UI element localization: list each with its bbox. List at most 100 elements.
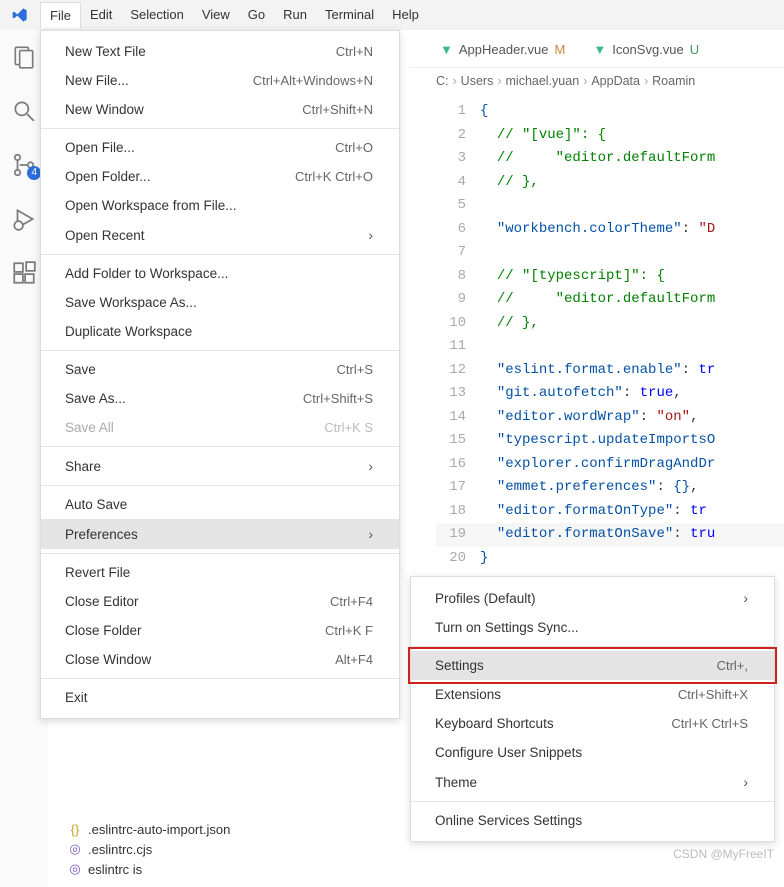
menu-item-label: Preferences [65, 527, 138, 542]
pref-menu-profiles-default[interactable]: Profiles (Default)› [411, 583, 774, 613]
menu-item-label: Save All [65, 420, 114, 435]
menu-item-label: Configure User Snippets [435, 745, 582, 760]
tab-status: U [690, 42, 699, 57]
chevron-right-icon: › [368, 526, 373, 542]
file-menu-open-workspace-from-file[interactable]: Open Workspace from File... [41, 191, 399, 220]
breadcrumb[interactable]: C:›Users›michael.yuan›AppData›Roamin [436, 74, 784, 88]
file-menu-preferences[interactable]: Preferences › [41, 519, 399, 549]
code-line[interactable]: 7 [436, 241, 784, 265]
file-menu-new-text-file[interactable]: New Text FileCtrl+N [41, 37, 399, 66]
file-menu-close-folder[interactable]: Close FolderCtrl+K F [41, 616, 399, 645]
pref-menu-extensions[interactable]: ExtensionsCtrl+Shift+X [411, 680, 774, 709]
tab-appheader-vue[interactable]: ▼AppHeader.vue M [440, 42, 565, 57]
vue-icon: ▼ [440, 42, 453, 57]
search-icon[interactable] [11, 98, 37, 124]
code-line[interactable]: 20} [436, 547, 784, 571]
chevron-right-icon: › [644, 74, 648, 88]
pref-menu-online-services-settings[interactable]: Online Services Settings [411, 806, 774, 835]
file-menu-save[interactable]: SaveCtrl+S [41, 355, 399, 384]
pref-menu-configure-user-snippets[interactable]: Configure User Snippets [411, 738, 774, 767]
breadcrumb-segment[interactable]: C: [436, 74, 449, 88]
breadcrumb-segment[interactable]: AppData [591, 74, 640, 88]
code-line[interactable]: 18 "editor.formatOnType": tr [436, 500, 784, 524]
breadcrumb-segment[interactable]: Users [461, 74, 494, 88]
code-line[interactable]: 13 "git.autofetch": true, [436, 382, 784, 406]
menu-item-shortcut: Ctrl+Shift+X [678, 687, 748, 702]
file-menu-save-as[interactable]: Save As...Ctrl+Shift+S [41, 384, 399, 413]
menu-go[interactable]: Go [239, 2, 274, 28]
code-line[interactable]: 4 // }, [436, 171, 784, 195]
breadcrumb-segment[interactable]: Roamin [652, 74, 695, 88]
file-menu-add-folder-to-workspace[interactable]: Add Folder to Workspace... [41, 259, 399, 288]
menu-view[interactable]: View [193, 2, 239, 28]
code-line[interactable]: 17 "emmet.preferences": {}, [436, 476, 784, 500]
menu-selection[interactable]: Selection [121, 2, 192, 28]
code-editor[interactable]: 1{2 // "[vue]": {3 // "editor.defaultFor… [436, 100, 784, 570]
code-line[interactable]: 15 "typescript.updateImportsO [436, 429, 784, 453]
code-line[interactable]: 1{ [436, 100, 784, 124]
menu-help[interactable]: Help [383, 2, 428, 28]
explorer-item[interactable]: {} .eslintrc-auto-import.json [68, 820, 230, 839]
source-control-icon[interactable]: 4 [11, 152, 37, 178]
explorer-item[interactable]: ◎.eslintrc.cjs [68, 839, 230, 859]
code-line[interactable]: 16 "explorer.confirmDragAndDr [436, 453, 784, 477]
menu-item-label: Online Services Settings [435, 813, 582, 828]
code-line[interactable]: 19 "editor.formatOnSave": tru [436, 523, 784, 547]
file-menu-open-recent[interactable]: Open Recent› [41, 220, 399, 250]
code-content: "git.autofetch": true, [480, 382, 682, 406]
code-line[interactable]: 8 // "[typescript]": { [436, 265, 784, 289]
menu-item-shortcut: Alt+F4 [335, 652, 373, 667]
code-line[interactable]: 10 // }, [436, 312, 784, 336]
menu-item-label: Close Editor [65, 594, 139, 609]
menu-item-label: Add Folder to Workspace... [65, 266, 228, 281]
code-line[interactable]: 11 [436, 335, 784, 359]
file-icon: {} [68, 822, 82, 837]
file-name: .eslintrc-auto-import.json [88, 822, 230, 837]
file-menu-new-file[interactable]: New File...Ctrl+Alt+Windows+N [41, 66, 399, 95]
menu-separator [411, 646, 774, 647]
tab-iconsvg-vue[interactable]: ▼IconSvg.vue U [593, 42, 699, 57]
breadcrumb-segment[interactable]: michael.yuan [506, 74, 580, 88]
code-line[interactable]: 3 // "editor.defaultForm [436, 147, 784, 171]
menu-edit[interactable]: Edit [81, 2, 121, 28]
file-menu-close-window[interactable]: Close WindowAlt+F4 [41, 645, 399, 674]
file-menu-exit[interactable]: Exit [41, 683, 399, 712]
menu-file[interactable]: File [40, 2, 81, 28]
menu-item-label: Save Workspace As... [65, 295, 197, 310]
run-debug-icon[interactable] [11, 206, 37, 232]
file-menu-auto-save[interactable]: Auto Save [41, 490, 399, 519]
menu-item-shortcut: Ctrl+Shift+N [302, 102, 373, 117]
menu-separator [41, 350, 399, 351]
code-line[interactable]: 14 "editor.wordWrap": "on", [436, 406, 784, 430]
menu-item-label: Duplicate Workspace [65, 324, 192, 339]
file-menu-open-file[interactable]: Open File...Ctrl+O [41, 133, 399, 162]
file-menu-share[interactable]: Share› [41, 451, 399, 481]
code-line[interactable]: 2 // "[vue]": { [436, 124, 784, 148]
code-content: // "[vue]": { [480, 124, 606, 148]
menu-run[interactable]: Run [274, 2, 316, 28]
file-menu-open-folder[interactable]: Open Folder...Ctrl+K Ctrl+O [41, 162, 399, 191]
menu-terminal[interactable]: Terminal [316, 2, 383, 28]
extensions-icon[interactable] [11, 260, 37, 286]
file-menu-duplicate-workspace[interactable]: Duplicate Workspace [41, 317, 399, 346]
explorer-item[interactable]: ◎eslintrc is [68, 859, 230, 879]
explorer-icon[interactable] [11, 44, 37, 70]
code-content: // "editor.defaultForm [480, 147, 715, 171]
pref-menu-turn-on-settings-sync[interactable]: Turn on Settings Sync... [411, 613, 774, 642]
pref-menu-keyboard-shortcuts[interactable]: Keyboard ShortcutsCtrl+K Ctrl+S [411, 709, 774, 738]
file-menu-revert-file[interactable]: Revert File [41, 558, 399, 587]
pref-menu-theme[interactable]: Theme› [411, 767, 774, 797]
code-line[interactable]: 12 "eslint.format.enable": tr [436, 359, 784, 383]
code-content: } [480, 547, 488, 571]
pref-menu-settings[interactable]: SettingsCtrl+, [411, 651, 774, 680]
chevron-right-icon: › [743, 590, 748, 606]
code-line[interactable]: 6 "workbench.colorTheme": "D [436, 218, 784, 242]
code-line[interactable]: 5 [436, 194, 784, 218]
file-menu-new-window[interactable]: New WindowCtrl+Shift+N [41, 95, 399, 124]
code-line[interactable]: 9 // "editor.defaultForm [436, 288, 784, 312]
menu-item-shortcut: Ctrl+O [335, 140, 373, 155]
menu-item-shortcut: Ctrl+N [336, 44, 373, 59]
file-menu-close-editor[interactable]: Close EditorCtrl+F4 [41, 587, 399, 616]
menu-item-label: Keyboard Shortcuts [435, 716, 554, 731]
file-menu-save-workspace-as[interactable]: Save Workspace As... [41, 288, 399, 317]
